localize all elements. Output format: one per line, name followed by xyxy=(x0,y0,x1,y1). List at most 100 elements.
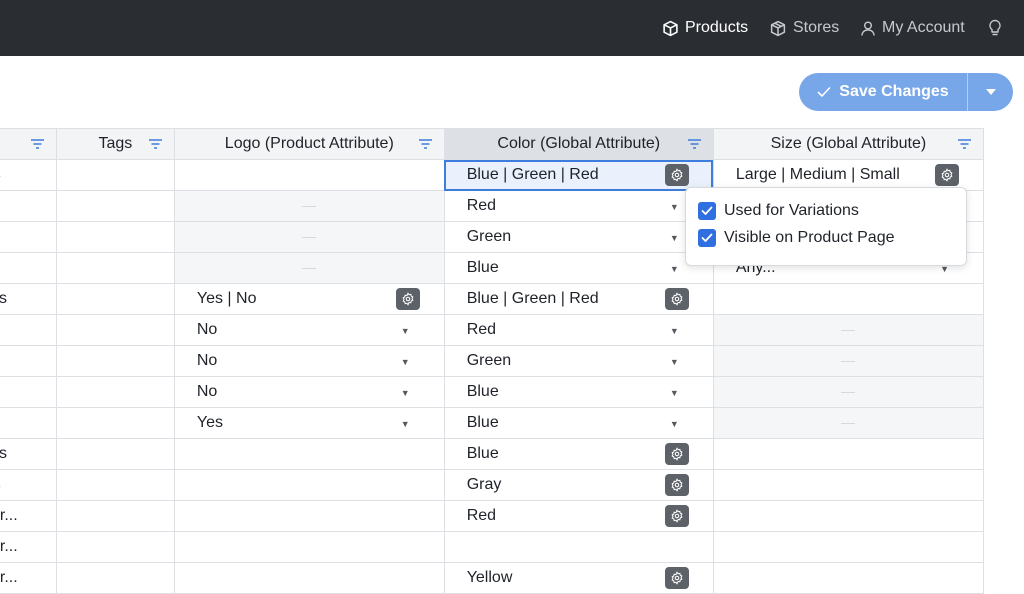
logo-cell[interactable] xyxy=(173,159,445,191)
color-cell[interactable]: Yellow xyxy=(443,562,714,594)
color-cell[interactable]: Red ▼ xyxy=(443,190,714,222)
filter-icon[interactable] xyxy=(30,139,44,149)
grid-cell[interactable]: sor... xyxy=(0,562,57,594)
filter-icon[interactable] xyxy=(958,139,971,149)
tags-cell[interactable] xyxy=(55,562,175,594)
visible-on-product-page-checkbox[interactable] xyxy=(698,229,716,247)
gear-icon[interactable] xyxy=(664,288,689,310)
color-cell[interactable] xyxy=(443,531,714,563)
tags-cell[interactable] xyxy=(55,531,175,563)
logo-cell[interactable] xyxy=(173,562,445,594)
gear-icon[interactable] xyxy=(664,474,689,496)
user-icon xyxy=(861,21,875,36)
caret-down-icon[interactable]: ▼ xyxy=(670,264,679,274)
color-cell[interactable]: Blue ▼ xyxy=(443,407,714,439)
color-cell[interactable]: Blue | Green | Red xyxy=(443,159,714,191)
tags-cell[interactable] xyxy=(55,221,175,253)
color-cell[interactable]: Blue ▼ xyxy=(443,252,714,284)
color-cell[interactable]: Red ▼ xyxy=(443,314,714,346)
grid-cell[interactable] xyxy=(0,190,57,222)
tags-cell[interactable] xyxy=(55,500,175,532)
size-cell[interactable] xyxy=(712,469,985,501)
logo-cell[interactable] xyxy=(173,469,445,501)
logo-cell[interactable] xyxy=(173,531,445,563)
grid-cell[interactable]: lies xyxy=(0,283,57,315)
filter-icon[interactable] xyxy=(687,139,701,149)
caret-down-icon[interactable]: ▼ xyxy=(670,202,679,212)
size-cell[interactable] xyxy=(712,283,985,315)
tags-cell[interactable] xyxy=(55,314,175,346)
size-cell[interactable] xyxy=(712,531,985,563)
tags-cell[interactable] xyxy=(55,376,175,408)
color-cell[interactable]: Green ▼ xyxy=(443,221,714,253)
color-cell[interactable]: Blue ▼ xyxy=(443,376,714,408)
used-for-variations-checkbox[interactable] xyxy=(698,202,716,220)
logo-cell[interactable]: No ▼ xyxy=(173,314,445,346)
caret-down-icon[interactable]: ▼ xyxy=(401,326,410,336)
nav-ideas[interactable] xyxy=(988,0,1002,56)
color-cell[interactable]: Gray xyxy=(443,469,714,501)
caret-down-icon[interactable]: ▼ xyxy=(670,388,679,398)
color-cell[interactable]: Green ▼ xyxy=(443,345,714,377)
column-header-partial[interactable] xyxy=(0,128,57,160)
filter-icon[interactable] xyxy=(418,139,432,149)
tags-cell[interactable] xyxy=(55,469,175,501)
caret-down-icon[interactable]: ▼ xyxy=(401,388,410,398)
tags-cell[interactable] xyxy=(55,252,175,284)
color-cell[interactable]: Red xyxy=(443,500,714,532)
gear-icon[interactable] xyxy=(935,164,959,186)
size-cell[interactable] xyxy=(712,438,985,470)
grid-cell[interactable] xyxy=(0,221,57,253)
tags-cell[interactable] xyxy=(55,159,175,191)
size-cell[interactable]: Large | Medium | Small xyxy=(712,159,985,191)
tags-cell[interactable] xyxy=(55,407,175,439)
tags-cell[interactable] xyxy=(55,190,175,222)
gear-icon[interactable] xyxy=(664,164,689,186)
color-cell[interactable]: Blue | Green | Red xyxy=(443,283,714,315)
grid-cell[interactable] xyxy=(0,314,57,346)
save-changes-button[interactable]: Save Changes xyxy=(799,73,967,111)
grid-cell[interactable] xyxy=(0,252,57,284)
size-cell[interactable] xyxy=(712,562,985,594)
logo-cell[interactable] xyxy=(173,438,445,470)
column-header-size[interactable]: Size (Global Attribute) xyxy=(712,128,985,160)
used-for-variations-option[interactable]: Used for Variations xyxy=(698,202,859,220)
nav-stores[interactable]: Stores xyxy=(769,0,839,56)
gear-icon[interactable] xyxy=(395,288,420,310)
logo-cell[interactable]: No ▼ xyxy=(173,376,445,408)
caret-down-icon[interactable]: ▼ xyxy=(401,357,410,367)
grid-cell[interactable]: rts xyxy=(0,469,57,501)
nav-products[interactable]: Products xyxy=(662,0,748,56)
caret-down-icon[interactable]: ▼ xyxy=(670,419,679,429)
nav-my-account[interactable]: My Account xyxy=(860,0,965,56)
grid-cell[interactable]: rts xyxy=(0,159,57,191)
grid-cell[interactable]: sor... xyxy=(0,500,57,532)
gear-icon[interactable] xyxy=(664,505,689,527)
tags-cell[interactable] xyxy=(55,438,175,470)
grid-cell[interactable] xyxy=(0,376,57,408)
color-cell[interactable]: Blue xyxy=(443,438,714,470)
caret-down-icon[interactable]: ▼ xyxy=(670,357,679,367)
logo-cell[interactable]: No ▼ xyxy=(173,345,445,377)
grid-cell[interactable] xyxy=(0,407,57,439)
caret-down-icon[interactable]: ▼ xyxy=(670,233,679,243)
column-header-logo[interactable]: Logo (Product Attribute) xyxy=(173,128,445,160)
size-cell[interactable] xyxy=(712,500,985,532)
column-header-tags[interactable]: Tags xyxy=(55,128,175,160)
visible-on-product-page-option[interactable]: Visible on Product Page xyxy=(698,229,894,247)
grid-cell[interactable]: sor... xyxy=(0,531,57,563)
logo-cell[interactable]: Yes | No xyxy=(173,283,445,315)
grid-cell[interactable] xyxy=(0,345,57,377)
save-options-dropdown[interactable] xyxy=(968,73,1013,111)
tags-cell[interactable] xyxy=(55,283,175,315)
caret-down-icon[interactable]: ▼ xyxy=(401,419,410,429)
logo-cell[interactable]: Yes ▼ xyxy=(173,407,445,439)
gear-icon[interactable] xyxy=(664,567,689,589)
tags-cell[interactable] xyxy=(55,345,175,377)
filter-icon[interactable] xyxy=(148,139,162,149)
column-header-color[interactable]: Color (Global Attribute) xyxy=(443,128,714,160)
grid-cell[interactable]: lies xyxy=(0,438,57,470)
caret-down-icon[interactable]: ▼ xyxy=(670,326,679,336)
gear-icon[interactable] xyxy=(664,443,689,465)
logo-cell[interactable] xyxy=(173,500,445,532)
